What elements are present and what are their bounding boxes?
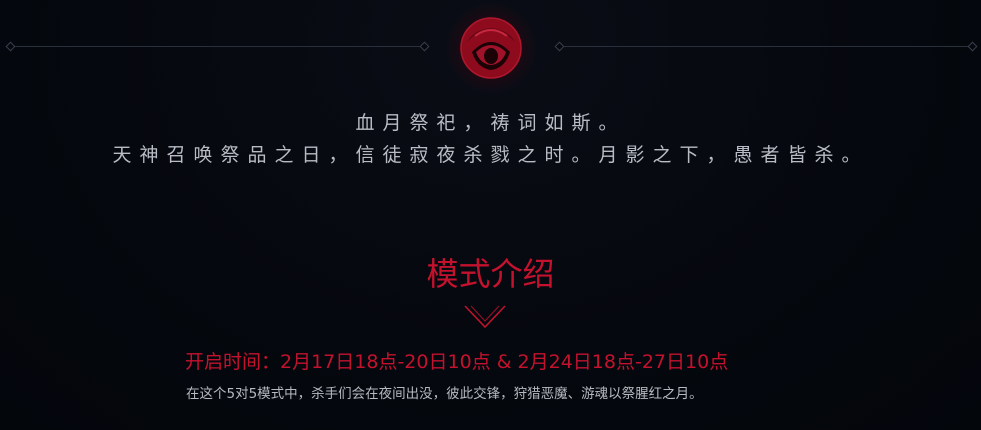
event-schedule: 开启时间：2月17日18点-20日10点 & 2月24日18点-27日10点 <box>185 351 729 373</box>
page: 血月祭祀，祷词如斯。 天神召唤祭品之日，信徒寂夜杀戮之时。月影之下，愚者皆杀。 … <box>0 0 981 430</box>
poem-line-2: 天神召唤祭品之日，信徒寂夜杀戮之时。月影之下，愚者皆杀。 <box>112 144 869 166</box>
ornament-rule-left <box>12 46 426 47</box>
ornament-diamond-left-end <box>5 41 16 52</box>
poem-line-1: 血月祭祀，祷词如斯。 <box>355 112 626 134</box>
ornament-diamond-right-inner <box>554 41 565 52</box>
mode-description: 在这个5对5模式中，杀手们会在夜间出没，彼此交锋，狩猎恶魔、游魂以祭腥红之月。 <box>186 386 703 402</box>
blood-moon-emblem-icon <box>445 2 537 94</box>
ornament-diamond-left-inner <box>419 41 430 52</box>
section-title: 模式介绍 <box>426 255 555 293</box>
ornament-diamond-right-end <box>967 41 978 52</box>
title-divider <box>95 301 875 329</box>
ornament-rule-right <box>560 46 974 47</box>
